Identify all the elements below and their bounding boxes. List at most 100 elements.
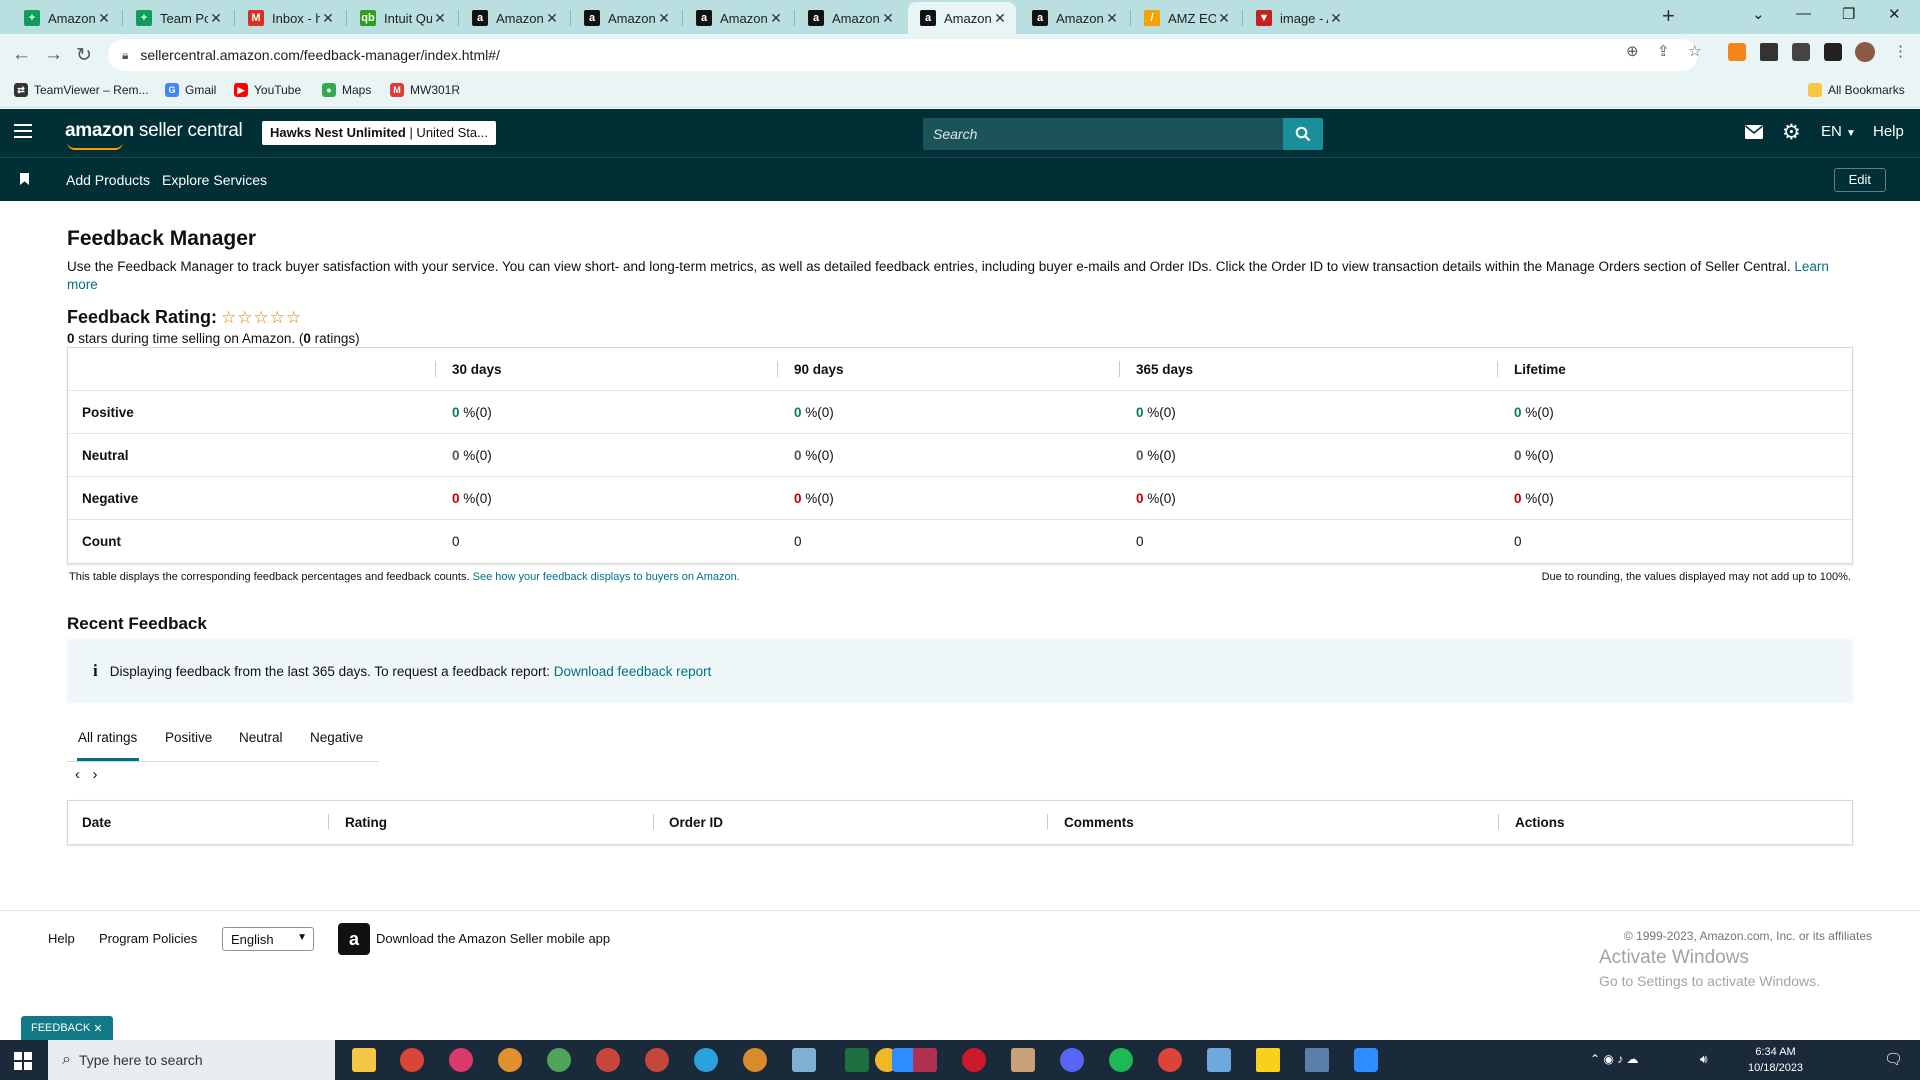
tab-negative[interactable]: Negative: [310, 730, 363, 745]
browser-tab[interactable]: / AMZ EOD Re✕: [1132, 2, 1240, 34]
close-icon[interactable]: ✕: [93, 1022, 102, 1035]
system-clock[interactable]: 6:34 AM 10/18/2023: [1748, 1044, 1803, 1076]
chrome-icon[interactable]: [400, 1048, 424, 1072]
address-bar[interactable]: 🔒︎ sellercentral.amazon.com/feedback-man…: [108, 39, 1698, 71]
browser-tab[interactable]: a Amazon ✕: [460, 2, 568, 34]
browser-tab[interactable]: ▼ image - AWL✕: [1244, 2, 1352, 34]
close-tab-icon[interactable]: ✕: [320, 10, 336, 27]
share-icon[interactable]: ⇪: [1657, 42, 1670, 60]
bookmark-icon[interactable]: [20, 173, 29, 185]
bookmark-item[interactable]: ⇄ TeamViewer – Rem...: [14, 83, 149, 97]
maximize-icon[interactable]: ❐: [1842, 5, 1855, 23]
bookmark-star-icon[interactable]: ☆: [1688, 42, 1701, 60]
close-tab-icon[interactable]: ✕: [96, 10, 112, 27]
close-tab-icon[interactable]: ✕: [880, 10, 896, 27]
windows-start-icon[interactable]: [14, 1052, 32, 1070]
chrome-icon[interactable]: [596, 1048, 620, 1072]
browser-tab[interactable]: a Amazon ✕: [684, 2, 792, 34]
download-feedback-report-link[interactable]: Download feedback report: [554, 664, 712, 679]
opera-icon[interactable]: [962, 1048, 986, 1072]
help-link[interactable]: Help: [1873, 123, 1904, 140]
calculator-icon[interactable]: [1305, 1048, 1329, 1072]
zoom-icon[interactable]: [1354, 1048, 1378, 1072]
browser-tab[interactable]: a Amazon ✕: [796, 2, 904, 34]
new-tab-button[interactable]: +: [1662, 3, 1675, 29]
browser-menu-icon[interactable]: ⋮: [1893, 42, 1908, 60]
search-button[interactable]: [1283, 118, 1323, 150]
media-control-icon[interactable]: [1792, 43, 1810, 61]
store-switcher[interactable]: Hawks Nest Unlimited | United Sta...: [262, 121, 496, 145]
tab-neutral[interactable]: Neutral: [239, 730, 283, 745]
tab-all-ratings[interactable]: All ratings: [78, 730, 137, 745]
app-icon[interactable]: [913, 1048, 937, 1072]
app-icon[interactable]: [792, 1048, 816, 1072]
notifications-icon[interactable]: 🗨︎: [1884, 1050, 1903, 1068]
column-header-actions[interactable]: Actions: [1515, 815, 1565, 830]
nav-add-products[interactable]: Add Products: [66, 172, 150, 188]
menu-icon[interactable]: [14, 124, 32, 142]
back-icon[interactable]: ←: [12, 44, 31, 66]
browser-tab[interactable]: + Team Poseid✕: [124, 2, 232, 34]
column-header-comments[interactable]: Comments: [1064, 815, 1134, 830]
bookmark-item[interactable]: G Gmail: [165, 83, 216, 97]
tab-search-icon[interactable]: ⌄: [1752, 5, 1765, 23]
seller-central-logo[interactable]: amazon seller central: [65, 120, 243, 150]
chrome-icon[interactable]: [498, 1048, 522, 1072]
edit-nav-button[interactable]: Edit: [1833, 168, 1886, 192]
bookmark-item[interactable]: ● Maps: [322, 83, 371, 97]
app-icon[interactable]: [1011, 1048, 1035, 1072]
app-icon[interactable]: [743, 1048, 767, 1072]
browser-tab[interactable]: a Amazon ✕: [572, 2, 680, 34]
app-icon[interactable]: [1207, 1048, 1231, 1072]
browser-tab[interactable]: a Amazon ✕: [1020, 2, 1128, 34]
profile-avatar[interactable]: [1855, 42, 1875, 62]
close-tab-icon[interactable]: ✕: [208, 10, 224, 27]
excel-icon[interactable]: [845, 1048, 869, 1072]
chrome-icon[interactable]: [547, 1048, 571, 1072]
volume-icon[interactable]: 🔊︎: [1700, 1052, 1708, 1067]
taskbar-search[interactable]: ⌕ Type here to search: [48, 1040, 335, 1080]
chrome-icon[interactable]: [449, 1048, 473, 1072]
bookmark-item[interactable]: M MW301R: [390, 83, 460, 97]
install-icon[interactable]: ⊕: [1626, 42, 1639, 60]
close-tab-icon[interactable]: ✕: [768, 10, 784, 27]
column-header-rating[interactable]: Rating: [345, 815, 387, 830]
forward-icon[interactable]: →: [44, 44, 63, 66]
reload-icon[interactable]: ↻: [76, 44, 92, 67]
browser-tab[interactable]: a Amazon ✕: [908, 2, 1016, 34]
tab-positive[interactable]: Positive: [165, 730, 212, 745]
close-tab-icon[interactable]: ✕: [1216, 10, 1232, 27]
extensions-icon[interactable]: [1760, 43, 1778, 61]
close-tab-icon[interactable]: ✕: [1328, 10, 1344, 27]
close-tab-icon[interactable]: ✕: [544, 10, 560, 27]
nav-explore-services[interactable]: Explore Services: [162, 172, 267, 188]
see-feedback-display-link[interactable]: See how your feedback displays to buyers…: [473, 571, 740, 583]
side-panel-icon[interactable]: [1824, 43, 1842, 61]
footer-language-select[interactable]: English ▼: [222, 927, 314, 951]
browser-tab[interactable]: qb Intuit QuickB✕: [348, 2, 456, 34]
metamask-icon[interactable]: [1728, 43, 1746, 61]
amazon-app-icon[interactable]: a: [338, 923, 370, 955]
feedback-widget-button[interactable]: FEEDBACK ✕: [21, 1016, 113, 1040]
search-input[interactable]: [923, 118, 1283, 150]
chrome-icon[interactable]: [645, 1048, 669, 1072]
telegram-icon[interactable]: [694, 1048, 718, 1072]
browser-tab[interactable]: M Inbox - hawk✕: [236, 2, 344, 34]
column-header-order-id[interactable]: Order ID: [669, 815, 723, 830]
close-tab-icon[interactable]: ✕: [1104, 10, 1120, 27]
tray-icons[interactable]: ⌃ ◉ ♪ ☁: [1590, 1052, 1639, 1066]
close-window-icon[interactable]: ✕: [1888, 5, 1901, 23]
next-page-icon[interactable]: ›: [93, 766, 98, 783]
language-selector[interactable]: EN ▼: [1821, 123, 1856, 140]
spotify-icon[interactable]: [1109, 1048, 1133, 1072]
close-tab-icon[interactable]: ✕: [432, 10, 448, 27]
column-header-date[interactable]: Date: [82, 815, 111, 830]
discord-icon[interactable]: [1060, 1048, 1084, 1072]
settings-gear-icon[interactable]: ⚙: [1782, 120, 1801, 145]
bookmark-item[interactable]: ▶ YouTube: [234, 83, 301, 97]
sticky-notes-icon[interactable]: [1256, 1048, 1280, 1072]
prev-page-icon[interactable]: ‹: [75, 766, 80, 783]
mail-icon[interactable]: [1745, 125, 1763, 139]
browser-tab[interactable]: + Amazon Clin✕: [12, 2, 120, 34]
download-app-link[interactable]: Download the Amazon Seller mobile app: [376, 931, 610, 946]
